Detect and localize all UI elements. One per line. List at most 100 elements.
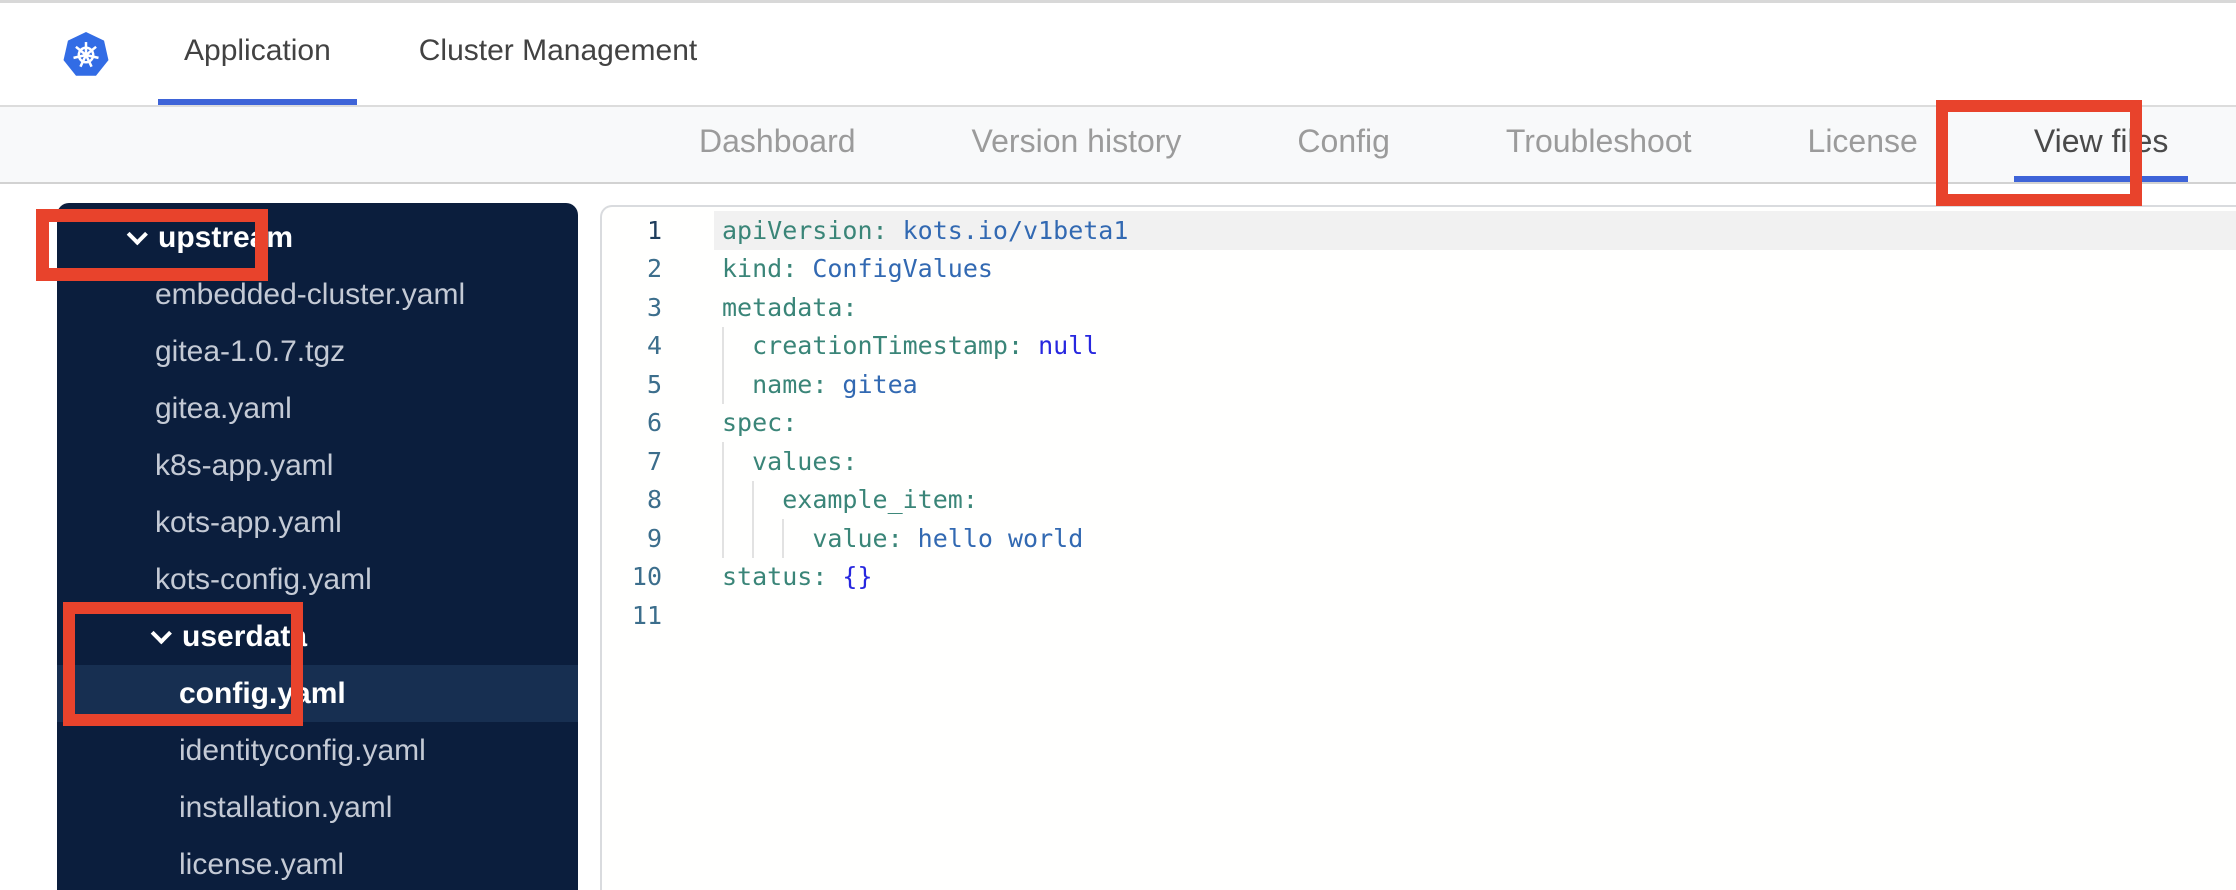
header-tab-label: Application	[158, 3, 357, 105]
tree-folder-userdata[interactable]: userdata	[57, 608, 578, 665]
file-tree-sidebar: upstream embedded-cluster.yaml gitea-1.0.7…	[57, 203, 578, 890]
tree-file-gitea-yaml[interactable]: gitea.yaml	[57, 380, 578, 437]
app-header: Application Cluster Management	[0, 3, 2236, 107]
token-key: spec:	[722, 408, 798, 438]
tree-file-config-yaml[interactable]: config.yaml	[57, 665, 578, 722]
app-subnav: Dashboard Version history Config Troublesho…	[0, 107, 2236, 184]
code-line-2[interactable]: 2 kind: ConfigValues	[602, 250, 2236, 289]
header-tab-cluster-management[interactable]: Cluster Management	[393, 3, 723, 105]
tree-item-label: k8s-app.yaml	[155, 448, 334, 482]
line-number: 7	[646, 446, 662, 476]
nav-item-config[interactable]: Config	[1239, 107, 1448, 182]
nav-item-label: Dashboard	[699, 123, 856, 159]
nav-item-license[interactable]: License	[1750, 107, 1976, 182]
tree-item-label: kots-config.yaml	[155, 562, 372, 596]
nav-item-dashboard[interactable]: Dashboard	[641, 107, 914, 182]
tree-file-installation-yaml[interactable]: installation.yaml	[57, 779, 578, 836]
indent-guide	[722, 326, 724, 365]
token-key: status:	[722, 562, 828, 592]
nav-item-label: Version history	[971, 123, 1182, 159]
token-val: gitea	[827, 369, 918, 399]
tree-file-identityconfig-yaml[interactable]: identityconfig.yaml	[57, 722, 578, 779]
nav-item-version-history[interactable]: Version history	[914, 107, 1240, 182]
code-line-content: apiVersion: kots.io/v1beta1	[714, 211, 2236, 250]
code-line-content: creationTimestamp: null	[714, 326, 2236, 365]
indent-guide	[722, 442, 724, 481]
tree-file-kots-config-yaml[interactable]: kots-config.yaml	[57, 551, 578, 608]
line-number: 8	[646, 485, 662, 515]
tree-item-label: gitea-1.0.7.tgz	[155, 334, 346, 368]
code-line-7[interactable]: 7 values:	[602, 442, 2236, 481]
tree-file-license-yaml[interactable]: license.yaml	[57, 836, 578, 890]
tree-item-label: userdata	[182, 619, 308, 653]
token-key: apiVersion:	[722, 215, 888, 245]
tree-folder-upstream[interactable]: upstream	[57, 209, 578, 266]
nav-item-troubleshoot[interactable]: Troubleshoot	[1448, 107, 1750, 182]
indent-guide	[722, 480, 724, 519]
tree-file-embedded-cluster-yaml[interactable]: embedded-cluster.yaml	[57, 266, 578, 323]
token-const: null	[1023, 331, 1099, 361]
token-key: values:	[752, 446, 858, 476]
line-number: 10	[631, 562, 662, 592]
chevron-down-icon	[150, 623, 172, 645]
nav-item-label: License	[1807, 123, 1918, 159]
tree-file-k8s-app-yaml[interactable]: k8s-app.yaml	[57, 437, 578, 494]
code-line-content	[714, 596, 2236, 635]
token-key: example_item:	[782, 485, 978, 515]
yaml-file-viewer[interactable]: 1 apiVersion: kots.io/v1beta1 2 kind: Confi…	[600, 205, 2236, 890]
code-line-3[interactable]: 3 metadata:	[602, 288, 2236, 327]
tree-item-label: upstream	[158, 220, 294, 254]
token-key: creationTimestamp:	[752, 331, 1024, 361]
line-number: 4	[646, 331, 662, 361]
tree-file-gitea-1-0-7-tgz[interactable]: gitea-1.0.7.tgz	[57, 323, 578, 380]
indent-guide	[752, 480, 755, 519]
code-line-10[interactable]: 10 status: {}	[602, 558, 2236, 597]
code-line-6[interactable]: 6 spec:	[602, 404, 2236, 443]
code-line-content: value: hello world	[714, 519, 2236, 558]
nav-item-label: View files	[2013, 107, 2189, 182]
header-tab-application[interactable]: Application	[158, 3, 357, 105]
indent-guide	[782, 519, 785, 558]
code-line-5[interactable]: 5 name: gitea	[602, 365, 2236, 404]
tree-item-label: embedded-cluster.yaml	[155, 277, 466, 311]
token-key: metadata:	[722, 292, 858, 322]
nav-item-label: Config	[1297, 123, 1390, 159]
tree-item-label: gitea.yaml	[155, 391, 292, 425]
kubernetes-logo-svg	[63, 31, 109, 76]
token-const: {}	[827, 562, 873, 592]
code-line-11[interactable]: 11	[602, 596, 2236, 635]
indent-guide	[722, 365, 724, 404]
code-line-1[interactable]: 1 apiVersion: kots.io/v1beta1	[602, 211, 2236, 250]
code-line-content: metadata:	[714, 288, 2236, 327]
token-val: kots.io/v1beta1	[887, 215, 1129, 245]
tree-file-kots-app-yaml[interactable]: kots-app.yaml	[57, 494, 578, 551]
line-number: 9	[646, 523, 662, 553]
code-line-9[interactable]: 9 value: hello world	[602, 519, 2236, 558]
code-line-4[interactable]: 4 creationTimestamp: null	[602, 326, 2236, 365]
token-key: kind:	[722, 254, 798, 284]
line-number: 11	[631, 600, 662, 630]
code-line-content: example_item:	[714, 480, 2236, 519]
tree-item-label: identityconfig.yaml	[179, 733, 426, 767]
code-line-content: status: {}	[714, 558, 2236, 597]
token-key: value:	[812, 523, 903, 553]
token-val: ConfigValues	[797, 254, 993, 284]
token-key: name:	[752, 369, 828, 399]
code-line-content: spec:	[714, 404, 2236, 443]
code-line-content: name: gitea	[714, 365, 2236, 404]
tree-item-label: license.yaml	[179, 847, 345, 881]
chevron-down-icon	[126, 224, 148, 246]
line-number: 6	[646, 408, 662, 438]
kots-admin-console: Application Cluster Management Dashboard V…	[0, 0, 2236, 890]
tree-item-label: installation.yaml	[179, 790, 393, 824]
kubernetes-logo-icon[interactable]	[62, 29, 110, 81]
line-number: 5	[646, 369, 662, 399]
code-line-8[interactable]: 8 example_item:	[602, 480, 2236, 519]
tree-item-label: config.yaml	[179, 676, 346, 710]
line-number: 2	[646, 254, 662, 284]
nav-item-view-files[interactable]: View files	[1976, 107, 2227, 182]
tree-item-label: kots-app.yaml	[155, 505, 342, 539]
